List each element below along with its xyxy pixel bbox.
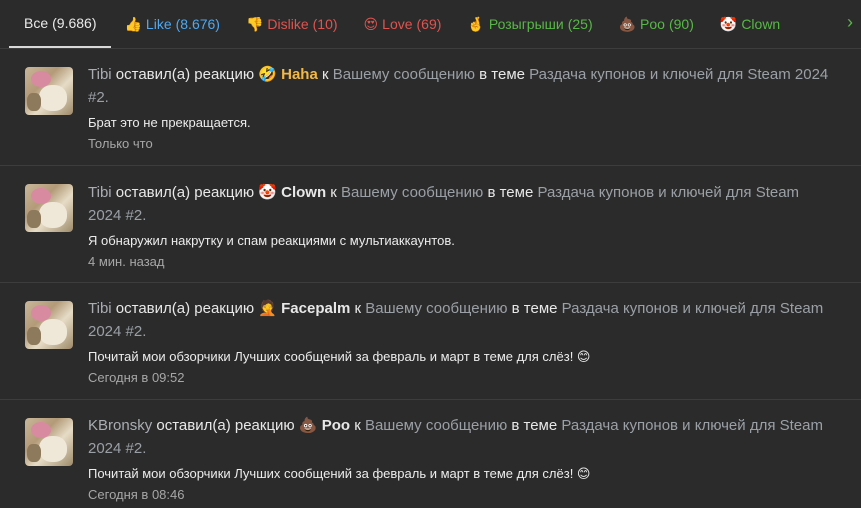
message-snippet: Я обнаружил накрутку и спам реакциями с … (88, 233, 455, 248)
message-link[interactable]: Вашему сообщению (333, 66, 475, 83)
tab-count: (69) (416, 16, 442, 32)
message-snippet: Почитай мои обзорчики Лучших сообщений з… (88, 466, 591, 481)
message-link[interactable]: Вашему сообщению (365, 417, 507, 434)
in-thread-text: в теме (487, 184, 534, 201)
reaction-name: Facepalm (281, 300, 351, 317)
timestamp: 4 мин. назад (88, 254, 165, 269)
tab-count: (8.676) (175, 16, 220, 32)
heart-eyes-icon: 😍 (363, 15, 379, 32)
facepalm-icon: 🤦 (258, 300, 277, 317)
to-text: к (354, 300, 362, 317)
username-link[interactable]: Tibi (88, 66, 112, 83)
action-text: оставил(а) реакцию (156, 417, 295, 434)
username-link[interactable]: Tibi (88, 184, 112, 201)
list-item: KBronsky оставил(а) реакцию 💩 Poo к Ваше… (0, 400, 861, 508)
tab-all[interactable]: Все (9.686) (9, 0, 112, 48)
tab-label: Like (145, 16, 172, 32)
clown-icon: 🤡 (258, 184, 277, 201)
alerts-list: Tibi оставил(а) реакцию 🤣 Haha к Вашему … (0, 49, 861, 508)
list-item: Tibi оставил(а) реакцию 🤡 Clown к Вашему… (0, 166, 861, 283)
in-thread-text: в теме (511, 300, 558, 317)
thumbs-up-icon: 👍 (124, 15, 142, 32)
reaction-name: Poo (321, 417, 351, 434)
alert-headline: Tibi оставил(а) реакцию 🤦 Facepalm к Ваш… (88, 297, 831, 343)
action-text: оставил(а) реакцию (115, 300, 255, 317)
tab-label: Poo (640, 16, 665, 32)
avatar[interactable] (25, 184, 73, 232)
reaction-name: Haha (281, 66, 318, 83)
in-thread-text: в теме (479, 66, 525, 83)
alert-headline: Tibi оставил(а) реакцию 🤡 Clown к Вашему… (88, 181, 831, 227)
to-text: к (354, 417, 361, 434)
timestamp: Сегодня в 09:52 (88, 370, 185, 385)
username-link[interactable]: Tibi (88, 300, 112, 317)
chevron-right-icon[interactable]: › (847, 12, 853, 33)
haha-icon: 🤣 (258, 66, 277, 83)
message-snippet: Брат это не прекращается. (88, 115, 251, 130)
in-thread-text: в теме (511, 417, 558, 434)
tab-count: (25) (567, 16, 593, 32)
tab-label: Все (24, 15, 49, 31)
reaction-filter-tabs: Все (9.686) 👍 Like (8.676) 👎 Dislike (10… (0, 0, 861, 49)
poo-icon: 💩 (618, 15, 637, 32)
tab-label: Dislike (267, 16, 309, 32)
tab-love[interactable]: 😍 Love (69) (351, 0, 455, 48)
crossed-fingers-icon: 🤞 (467, 15, 485, 32)
clown-icon: 🤡 (719, 15, 738, 32)
reaction-name: Clown (281, 184, 327, 201)
action-text: оставил(а) реакцию (115, 184, 255, 201)
message-link[interactable]: Вашему сообщению (341, 184, 483, 201)
avatar[interactable] (25, 67, 73, 115)
alert-headline: KBronsky оставил(а) реакцию 💩 Poo к Ваше… (88, 414, 831, 460)
tab-count: (9.686) (52, 15, 97, 31)
thumbs-down-icon: 👎 (245, 15, 264, 32)
avatar[interactable] (25, 418, 73, 466)
alert-headline: Tibi оставил(а) реакцию 🤣 Haha к Вашему … (88, 63, 831, 109)
poo-icon: 💩 (298, 417, 318, 434)
to-text: к (330, 184, 337, 201)
tab-label: Clown (741, 16, 781, 32)
list-item: Tibi оставил(а) реакцию 🤦 Facepalm к Ваш… (0, 283, 861, 400)
message-snippet: Почитай мои обзорчики Лучших сообщений з… (88, 349, 591, 364)
action-text: оставил(а) реакцию (115, 66, 255, 83)
tab-clown[interactable]: 🤡 Clown (707, 0, 793, 48)
tab-label: Розыгрыши (488, 16, 564, 32)
to-text: к (321, 66, 329, 83)
timestamp: Сегодня в 08:46 (88, 487, 185, 502)
tab-giveaways[interactable]: 🤞 Розыгрыши (25) (454, 0, 605, 48)
avatar[interactable] (25, 301, 73, 349)
tab-label: Love (382, 16, 413, 32)
timestamp: Только что (88, 136, 153, 151)
message-link[interactable]: Вашему сообщению (365, 300, 507, 317)
tab-count: (90) (668, 16, 694, 32)
list-item: Tibi оставил(а) реакцию 🤣 Haha к Вашему … (0, 49, 861, 166)
tab-like[interactable]: 👍 Like (8.676) (111, 0, 232, 48)
tab-poo[interactable]: 💩 Poo (90) (606, 0, 707, 48)
username-link[interactable]: KBronsky (88, 417, 152, 434)
tab-dislike[interactable]: 👎 Dislike (10) (233, 0, 351, 48)
tab-count: (10) (312, 16, 338, 32)
